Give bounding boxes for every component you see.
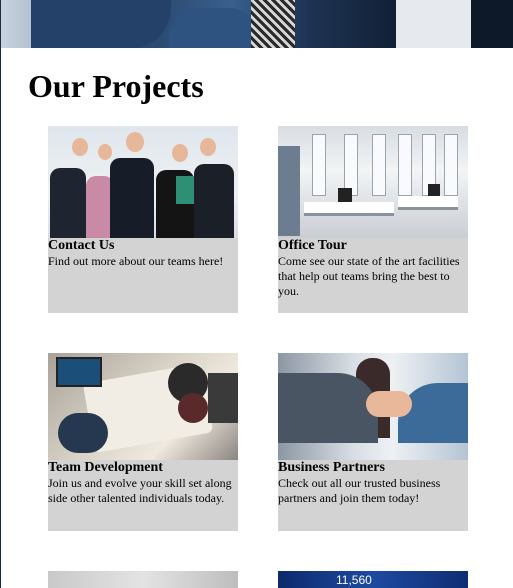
team-group-image bbox=[48, 126, 238, 238]
card-description: Check out all our trusted business partn… bbox=[278, 476, 441, 505]
page-title: Our Projects bbox=[28, 68, 204, 104]
project-card-partial-left[interactable] bbox=[48, 571, 238, 588]
card-title[interactable]: Contact Us bbox=[48, 238, 238, 254]
project-card-business-partners[interactable]: Business Partners Check out all our trus… bbox=[278, 353, 468, 531]
card-description: Join us and evolve your skill set along … bbox=[48, 476, 232, 505]
card-title[interactable]: Office Tour bbox=[278, 238, 468, 254]
handshake-image bbox=[278, 353, 468, 460]
ticker-value: 11,560 bbox=[336, 573, 372, 587]
team-meeting-image bbox=[48, 353, 238, 460]
card-description: Come see our state of the art facilities… bbox=[278, 254, 460, 298]
project-card-partial-right[interactable]: 11,560 bbox=[278, 571, 468, 588]
card-title[interactable]: Team Development bbox=[48, 460, 238, 476]
stock-ticker-image: 11,560 bbox=[278, 571, 468, 588]
whiteboard-image bbox=[48, 571, 238, 588]
project-card-office-tour[interactable]: Office Tour Come see our state of the ar… bbox=[278, 126, 468, 313]
card-description: Find out more about our teams here! bbox=[48, 254, 224, 268]
office-interior-image bbox=[278, 126, 468, 238]
hero-banner bbox=[1, 0, 513, 48]
project-card-team-development[interactable]: Team Development Join us and evolve your… bbox=[48, 353, 238, 531]
card-title[interactable]: Business Partners bbox=[278, 460, 468, 476]
project-card-contact-us[interactable]: Contact Us Find out more about our teams… bbox=[48, 126, 238, 313]
